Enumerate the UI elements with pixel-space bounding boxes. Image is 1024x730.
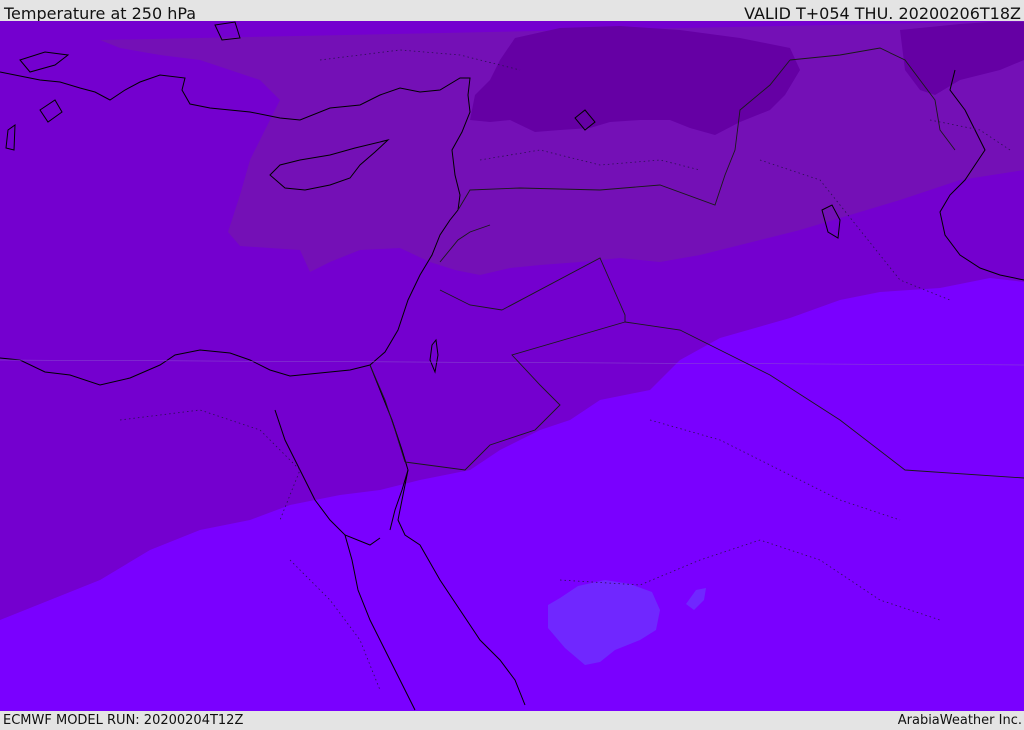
model-run-label: ECMWF MODEL RUN: 20200204T12Z — [3, 713, 244, 728]
header-bar: Temperature at 250 hPa VALID T+054 THU. … — [0, 0, 1024, 23]
credit-label: ArabiaWeather Inc. — [897, 713, 1022, 728]
footer-bar: ECMWF MODEL RUN: 20200204T12Z ArabiaWeat… — [0, 711, 1024, 729]
temperature-map[interactable] — [0, 21, 1024, 711]
